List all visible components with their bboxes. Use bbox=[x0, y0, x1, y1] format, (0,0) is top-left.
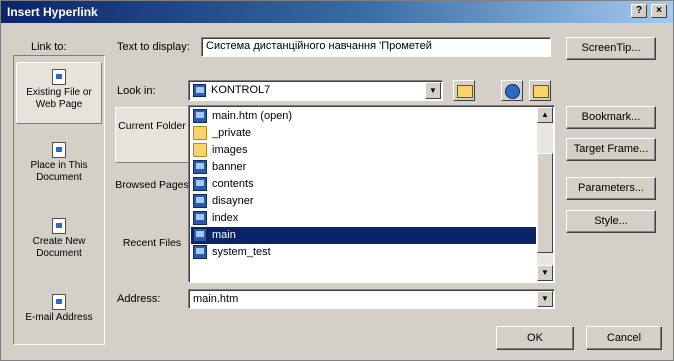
look-in-label: Look in: bbox=[117, 85, 156, 97]
ok-button[interactable]: OK bbox=[496, 326, 574, 350]
text-to-display-label: Text to display: bbox=[117, 41, 190, 53]
folder-up-icon bbox=[457, 85, 473, 98]
browse-web-button[interactable] bbox=[501, 80, 523, 101]
screentip-button[interactable]: ScreenTip... bbox=[566, 37, 656, 60]
look-in-combo[interactable]: KONTROL7 ▼ bbox=[188, 80, 443, 101]
globe-icon bbox=[505, 84, 520, 99]
style-button[interactable]: Style... bbox=[566, 210, 656, 233]
email-icon bbox=[52, 294, 66, 310]
file-list-item[interactable]: banner bbox=[191, 159, 536, 176]
scroll-down-icon[interactable]: ▼ bbox=[537, 265, 553, 281]
link-to-existing-file[interactable]: Existing File or Web Page bbox=[16, 62, 102, 124]
link-to-existing-file-label: Existing File or Web Page bbox=[26, 87, 92, 110]
new-document-icon bbox=[52, 218, 66, 234]
cancel-button[interactable]: Cancel bbox=[586, 326, 662, 350]
scrollbar-thumb[interactable] bbox=[537, 153, 553, 253]
title-bar: Insert Hyperlink ? × bbox=[1, 1, 673, 23]
document-icon bbox=[52, 142, 66, 158]
tab-recent-files[interactable]: Recent Files bbox=[115, 237, 189, 273]
address-value: main.htm bbox=[193, 293, 239, 305]
insert-hyperlink-dialog: Insert Hyperlink ? × Link to: Text to di… bbox=[0, 0, 674, 361]
web-page-icon bbox=[193, 194, 207, 208]
address-combo[interactable]: main.htm ▼ bbox=[188, 289, 555, 309]
file-name: disayner bbox=[212, 195, 254, 207]
link-to-label: Link to: bbox=[31, 41, 67, 53]
file-name: banner bbox=[212, 161, 247, 173]
link-to-email[interactable]: E-mail Address bbox=[16, 294, 102, 338]
file-name: images bbox=[212, 144, 248, 156]
tab-current-folder[interactable]: Current Folder bbox=[115, 107, 189, 163]
web-page-icon bbox=[193, 228, 207, 242]
up-folder-button[interactable] bbox=[453, 80, 475, 101]
link-to-sidebar: Existing File or Web Page Place in This … bbox=[13, 55, 105, 345]
help-button[interactable]: ? bbox=[631, 4, 647, 18]
scroll-up-icon[interactable]: ▲ bbox=[537, 107, 553, 123]
chevron-down-icon[interactable]: ▼ bbox=[537, 291, 553, 307]
chevron-down-icon[interactable]: ▼ bbox=[425, 82, 441, 99]
web-page-icon bbox=[193, 211, 207, 225]
file-list-item[interactable]: system_test bbox=[191, 244, 536, 261]
parameters-button[interactable]: Parameters... bbox=[566, 177, 656, 200]
file-list-item[interactable]: disayner bbox=[191, 193, 536, 210]
file-list-item[interactable]: _private bbox=[191, 125, 536, 142]
folder-icon bbox=[193, 126, 207, 140]
folder-web-icon bbox=[193, 84, 206, 97]
open-folder-icon bbox=[533, 85, 549, 98]
file-list-item-selected[interactable]: main bbox=[191, 227, 536, 244]
file-list-scrollbar[interactable]: ▲ ▼ bbox=[537, 107, 553, 281]
bookmark-button[interactable]: Bookmark... bbox=[566, 106, 656, 129]
look-in-value: KONTROL7 bbox=[211, 84, 271, 96]
file-list-item[interactable]: images bbox=[191, 142, 536, 159]
file-list-item[interactable]: contents bbox=[191, 176, 536, 193]
web-page-icon bbox=[193, 160, 207, 174]
web-page-icon bbox=[193, 177, 207, 191]
address-label: Address: bbox=[117, 293, 161, 305]
file-list[interactable]: main.htm (open) _private images banner c… bbox=[188, 105, 555, 283]
link-to-place-in-document[interactable]: Place in This Document bbox=[16, 142, 102, 190]
dialog-title: Insert Hyperlink bbox=[7, 5, 98, 19]
file-name: main bbox=[212, 229, 236, 241]
web-page-icon bbox=[193, 245, 207, 259]
file-list-item[interactable]: index bbox=[191, 210, 536, 227]
close-button[interactable]: × bbox=[651, 4, 667, 18]
file-list-item[interactable]: main.htm (open) bbox=[191, 108, 536, 125]
file-name: contents bbox=[212, 178, 254, 190]
link-to-new-document-label: Create New Document bbox=[32, 236, 86, 259]
target-frame-button[interactable]: Target Frame... bbox=[566, 138, 656, 161]
tab-browsed-pages[interactable]: Browsed Pages bbox=[115, 179, 189, 215]
browse-file-button[interactable] bbox=[529, 80, 551, 101]
file-name: index bbox=[212, 212, 239, 224]
web-page-icon bbox=[52, 69, 66, 85]
text-to-display-input[interactable]: Система дистанційного навчання 'Прометей bbox=[201, 37, 551, 57]
link-to-place-label: Place in This Document bbox=[30, 160, 88, 183]
folder-icon bbox=[193, 143, 207, 157]
file-name: _private bbox=[212, 127, 252, 139]
file-name: main.htm (open) bbox=[212, 110, 293, 122]
link-to-new-document[interactable]: Create New Document bbox=[16, 218, 102, 266]
link-to-email-label: E-mail Address bbox=[25, 312, 93, 323]
file-name: system_test bbox=[212, 246, 271, 258]
web-page-icon bbox=[193, 109, 207, 123]
